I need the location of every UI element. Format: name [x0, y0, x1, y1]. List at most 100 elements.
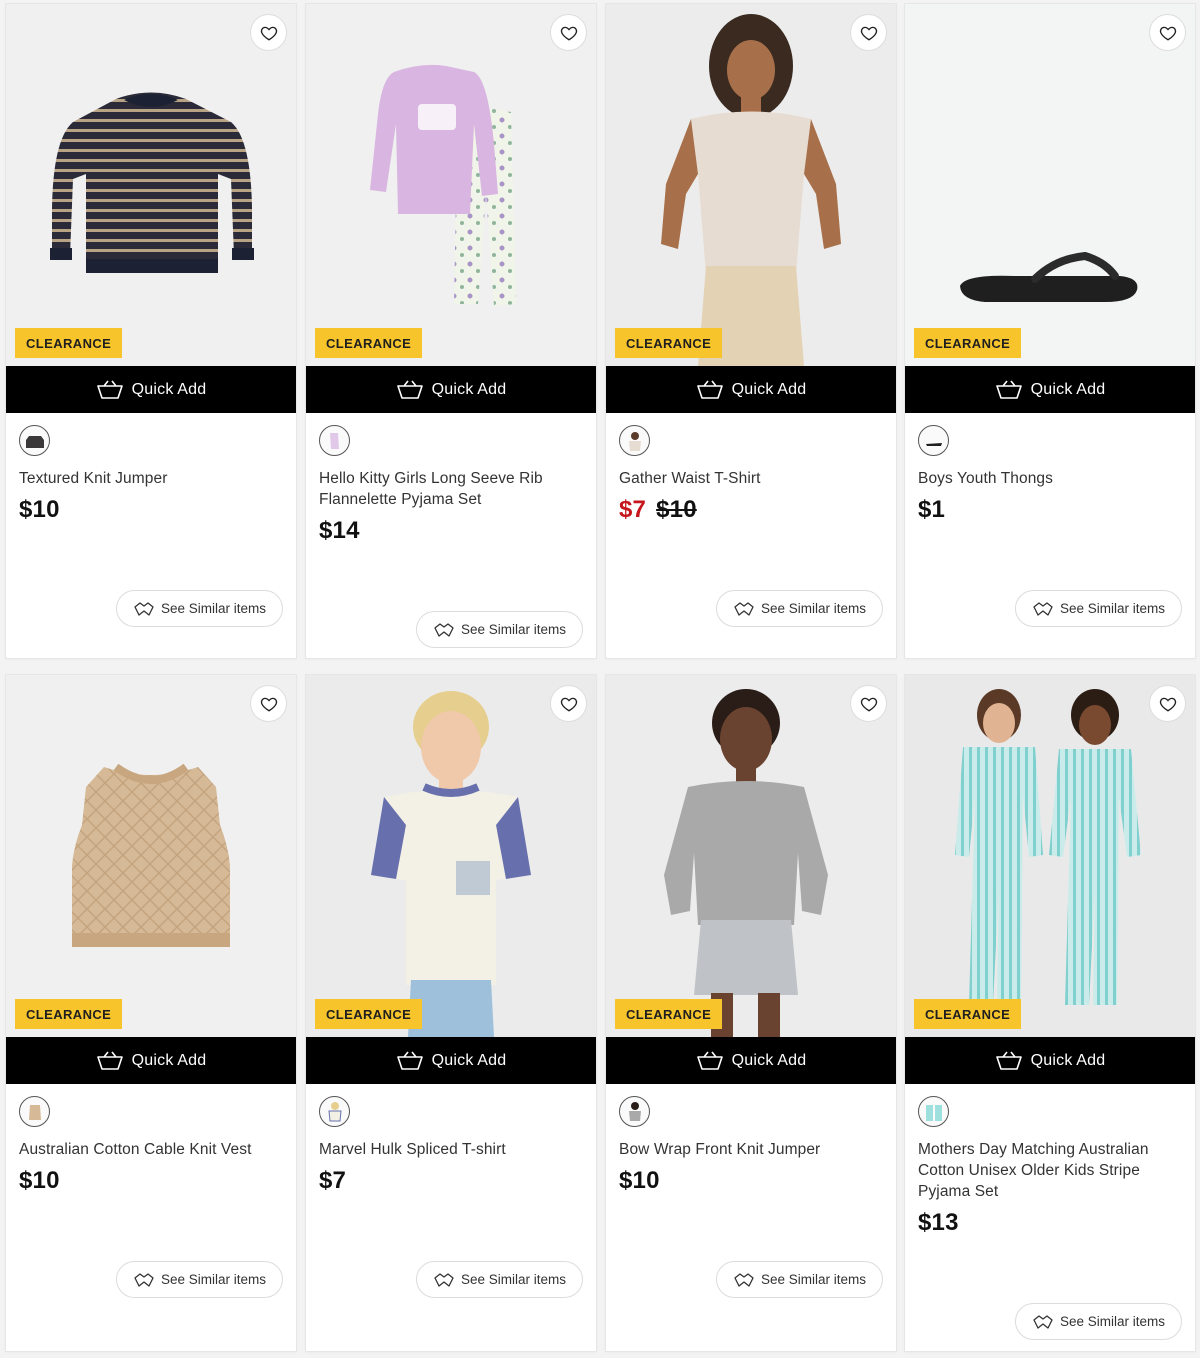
- price: $1: [918, 496, 946, 523]
- favorite-button[interactable]: [550, 685, 587, 722]
- product-card[interactable]: CLEARANCE Quick Add Mothers Day Matching…: [905, 675, 1195, 1351]
- favorite-button[interactable]: [250, 14, 287, 51]
- product-card[interactable]: CLEARANCE Quick Add Textured Knit Jumper…: [6, 4, 296, 658]
- product-card[interactable]: CLEARANCE Quick Add Bow Wrap Front Knit …: [606, 675, 896, 1351]
- product-image[interactable]: CLEARANCE: [905, 4, 1195, 366]
- see-similar-button[interactable]: See Similar items: [1014, 1303, 1182, 1340]
- see-similar-button[interactable]: See Similar items: [415, 611, 583, 648]
- see-similar-button[interactable]: See Similar items: [1014, 590, 1182, 627]
- favorite-button[interactable]: [1149, 685, 1186, 722]
- basket-icon: [995, 380, 1022, 399]
- vest-image: [72, 763, 230, 947]
- product-title[interactable]: Australian Cotton Cable Knit Vest: [19, 1139, 283, 1160]
- product-image[interactable]: CLEARANCE: [606, 675, 896, 1037]
- product-card[interactable]: CLEARANCE Quick Add Gather Waist T-Shirt…: [606, 4, 896, 658]
- price-row: $10: [619, 1167, 883, 1195]
- colour-swatch[interactable]: [619, 425, 650, 456]
- quick-add-button[interactable]: Quick Add: [905, 1037, 1195, 1084]
- colour-swatch[interactable]: [319, 425, 350, 456]
- basket-icon: [396, 380, 423, 399]
- clearance-badge: CLEARANCE: [315, 999, 423, 1029]
- see-similar-button[interactable]: See Similar items: [115, 1261, 283, 1298]
- clearance-badge: CLEARANCE: [15, 328, 123, 358]
- swatch-thumbnail-icon: [327, 1101, 342, 1121]
- product-image[interactable]: CLEARANCE: [606, 4, 896, 366]
- product-info: Hello Kitty Girls Long Seeve Rib Flannel…: [306, 413, 596, 545]
- favorite-button[interactable]: [250, 685, 287, 722]
- see-similar-label: See Similar items: [460, 622, 566, 637]
- clearance-badge: CLEARANCE: [315, 328, 423, 358]
- swatch-thumbnail-icon: [28, 1104, 41, 1120]
- product-info: Boys Youth Thongs $1: [905, 413, 1195, 524]
- colour-swatch[interactable]: [918, 425, 949, 456]
- quick-add-button[interactable]: Quick Add: [606, 1037, 896, 1084]
- hanger-icon: [734, 1272, 754, 1287]
- quick-add-label: Quick Add: [1030, 1051, 1106, 1069]
- jumper-image: [50, 92, 254, 273]
- product-info: Gather Waist T-Shirt $7 $10: [606, 413, 896, 524]
- price-row: $1: [918, 496, 1182, 524]
- heart-icon: [1159, 26, 1176, 41]
- quick-add-button[interactable]: Quick Add: [6, 1037, 296, 1084]
- product-card[interactable]: CLEARANCE Quick Add Boys Youth Thongs $1…: [905, 4, 1195, 658]
- product-title[interactable]: Mothers Day Matching Australian Cotton U…: [918, 1139, 1182, 1202]
- quick-add-button[interactable]: Quick Add: [606, 366, 896, 413]
- heart-icon: [260, 697, 277, 712]
- see-similar-label: See Similar items: [160, 601, 266, 616]
- favorite-button[interactable]: [1149, 14, 1186, 51]
- price-row: $10: [19, 496, 283, 524]
- quick-add-button[interactable]: Quick Add: [306, 1037, 596, 1084]
- swatch-thumbnail-icon: [329, 432, 339, 449]
- quick-add-label: Quick Add: [431, 380, 507, 398]
- see-similar-button[interactable]: See Similar items: [415, 1261, 583, 1298]
- product-grid: CLEARANCE Quick Add Textured Knit Jumper…: [0, 0, 1200, 1358]
- product-title[interactable]: Hello Kitty Girls Long Seeve Rib Flannel…: [319, 468, 583, 510]
- hanger-icon: [134, 601, 154, 616]
- see-similar-button[interactable]: See Similar items: [115, 590, 283, 627]
- favorite-button[interactable]: [550, 14, 587, 51]
- kids-pyjama-image: [955, 689, 1141, 1005]
- colour-swatch[interactable]: [918, 1096, 949, 1127]
- model-tshirt-image: [661, 14, 841, 366]
- see-similar-button[interactable]: See Similar items: [715, 1261, 883, 1298]
- price: $10: [19, 1167, 60, 1194]
- product-image[interactable]: CLEARANCE: [6, 675, 296, 1037]
- product-title[interactable]: Boys Youth Thongs: [918, 468, 1182, 489]
- product-image[interactable]: CLEARANCE: [6, 4, 296, 366]
- product-info: Mothers Day Matching Australian Cotton U…: [905, 1084, 1195, 1237]
- favorite-button[interactable]: [850, 685, 887, 722]
- colour-swatch[interactable]: [19, 425, 50, 456]
- product-card[interactable]: CLEARANCE Quick Add Australian Cotton Ca…: [6, 675, 296, 1351]
- swatch-thumbnail-icon: [925, 442, 942, 446]
- product-image[interactable]: CLEARANCE: [905, 675, 1195, 1037]
- quick-add-button[interactable]: Quick Add: [306, 366, 596, 413]
- price-row: $13: [918, 1209, 1182, 1237]
- see-similar-label: See Similar items: [160, 1272, 266, 1287]
- product-image[interactable]: CLEARANCE: [306, 675, 596, 1037]
- swatch-thumbnail-icon: [925, 1104, 942, 1121]
- product-title[interactable]: Textured Knit Jumper: [19, 468, 283, 489]
- girl-jumper-image: [664, 689, 828, 1037]
- price: $10: [19, 496, 60, 523]
- colour-swatch[interactable]: [19, 1096, 50, 1127]
- quick-add-button[interactable]: Quick Add: [6, 366, 296, 413]
- colour-swatch[interactable]: [319, 1096, 350, 1127]
- price: $13: [918, 1209, 959, 1236]
- price-row: $7: [319, 1167, 583, 1195]
- colour-swatch[interactable]: [619, 1096, 650, 1127]
- product-title[interactable]: Marvel Hulk Spliced T-shirt: [319, 1139, 583, 1160]
- product-image[interactable]: CLEARANCE: [306, 4, 596, 366]
- heart-icon: [260, 26, 277, 41]
- product-title[interactable]: Gather Waist T-Shirt: [619, 468, 883, 489]
- product-title[interactable]: Bow Wrap Front Knit Jumper: [619, 1139, 883, 1160]
- product-card[interactable]: CLEARANCE Quick Add Hello Kitty Girls Lo…: [306, 4, 596, 658]
- favorite-button[interactable]: [850, 14, 887, 51]
- quick-add-button[interactable]: Quick Add: [905, 366, 1195, 413]
- see-similar-button[interactable]: See Similar items: [715, 590, 883, 627]
- price-row: $7 $10: [619, 496, 883, 524]
- clearance-badge: CLEARANCE: [615, 328, 723, 358]
- price: $7: [319, 1167, 347, 1194]
- heart-icon: [860, 26, 877, 41]
- product-card[interactable]: CLEARANCE Quick Add Marvel Hulk Spliced …: [306, 675, 596, 1351]
- pyjama-image: [370, 64, 516, 306]
